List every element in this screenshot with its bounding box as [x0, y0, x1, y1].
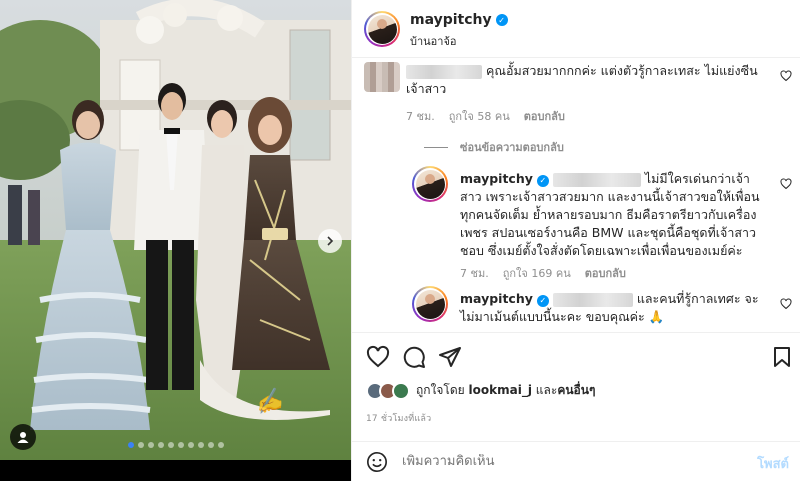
reply-username[interactable]: maypitchy — [460, 171, 533, 186]
save-bookmark-icon[interactable] — [770, 345, 794, 369]
chevron-right-icon — [327, 236, 334, 246]
liker-avatar[interactable] — [392, 381, 410, 400]
liked-by-text: ถูกใจโดย lookmai_j และคนอื่นๆ — [416, 383, 596, 397]
reply-likes[interactable]: ถูกใจ 169 คน — [503, 264, 571, 282]
share-paper-plane-icon[interactable] — [438, 345, 462, 369]
photo-bottom-bar — [0, 460, 351, 481]
reply-text: maypitchy ✓ และคนที่รู้กาลเทศะ จะไม่มาเม… — [460, 291, 759, 324]
carousel-dot — [167, 442, 174, 448]
like-heart-icon[interactable] — [366, 345, 390, 369]
wedding-photo — [0, 0, 351, 460]
carousel-dot — [177, 442, 184, 448]
verified-badge-icon: ✓ — [495, 14, 508, 26]
carousel-dot — [197, 442, 204, 448]
liker-username[interactable]: lookmai_j — [469, 383, 532, 397]
redacted-username — [406, 64, 482, 79]
reply-button[interactable]: ตอบกลับ — [524, 107, 565, 125]
verified-badge-icon: ✓ — [536, 295, 549, 307]
like-reply-heart-icon[interactable] — [780, 298, 792, 310]
comment-meta: 7 ชม. ถูกใจ 58 คน ตอบกลับ — [406, 107, 565, 125]
carousel-dot — [187, 442, 194, 448]
location-link[interactable]: บ้านอาจ้อ — [410, 32, 457, 50]
carousel-dot — [147, 442, 154, 448]
reply-avatar[interactable] — [412, 166, 448, 202]
carousel-dots — [0, 442, 351, 448]
reply-time[interactable]: 7 ชม. — [460, 264, 489, 282]
post-panel: maypitchy ✓ บ้านอาจ้อ คุณอั้มสวยมากกกค่ะ… — [351, 0, 800, 481]
reply-username[interactable]: maypitchy — [460, 291, 533, 306]
emoji-icon[interactable] — [366, 451, 388, 473]
carousel-dot — [217, 442, 224, 448]
username-row[interactable]: maypitchy ✓ — [410, 12, 508, 28]
comment-likes[interactable]: ถูกใจ 58 คน — [449, 107, 510, 125]
post-photo[interactable]: ✍ — [0, 0, 351, 481]
reply-button[interactable]: ตอบกลับ — [585, 264, 626, 282]
carousel-dot — [157, 442, 164, 448]
like-comment-heart-icon[interactable] — [780, 70, 792, 82]
like-reply-heart-icon[interactable] — [780, 178, 792, 190]
carousel-dot — [127, 442, 134, 448]
hide-replies-button[interactable]: ซ่อนข้อความตอบกลับ — [424, 138, 564, 156]
comment-time[interactable]: 7 ชม. — [406, 107, 435, 125]
liked-by-others-link[interactable]: คนอื่นๆ — [557, 383, 595, 397]
carousel-dot — [207, 442, 214, 448]
next-slide-button[interactable] — [318, 229, 342, 253]
redacted-mention — [552, 172, 641, 187]
carousel-dot — [137, 442, 144, 448]
post-header: maypitchy ✓ บ้านอาจ้อ — [352, 0, 800, 58]
reply-meta: 7 ชม. ถูกใจ 169 คน ตอบกลับ — [460, 264, 626, 282]
commenter-avatar[interactable] — [364, 62, 400, 92]
action-bar — [352, 332, 800, 376]
reply-avatar[interactable] — [412, 286, 448, 322]
comments-list: คุณอั้มสวยมากกกค่ะ แต่งตัวรู้กาละเทสะ ไม… — [352, 58, 800, 332]
divider — [424, 146, 448, 148]
avatar[interactable] — [364, 11, 400, 47]
comment-bubble-icon[interactable] — [402, 345, 426, 369]
username[interactable]: maypitchy — [410, 12, 492, 28]
post-timestamp[interactable]: 17 ชั่วโมงที่แล้ว — [366, 411, 431, 425]
reply-text: maypitchy ✓ ไม่มีใครเด่นกว่าเจ้าสาว เพรา… — [460, 171, 760, 258]
post-button[interactable]: โพสต์ — [757, 453, 789, 474]
liked-by-row: ถูกใจโดย lookmai_j และคนอื่นๆ — [366, 381, 595, 400]
redacted-mention — [552, 292, 633, 307]
add-comment-bar: โพสต์ — [352, 441, 800, 481]
verified-badge-icon: ✓ — [536, 175, 549, 187]
comment-text: คุณอั้มสวยมากกกค่ะ แต่งตัวรู้กาละเทสะ ไม… — [406, 63, 758, 96]
comment-input[interactable] — [402, 454, 702, 469]
